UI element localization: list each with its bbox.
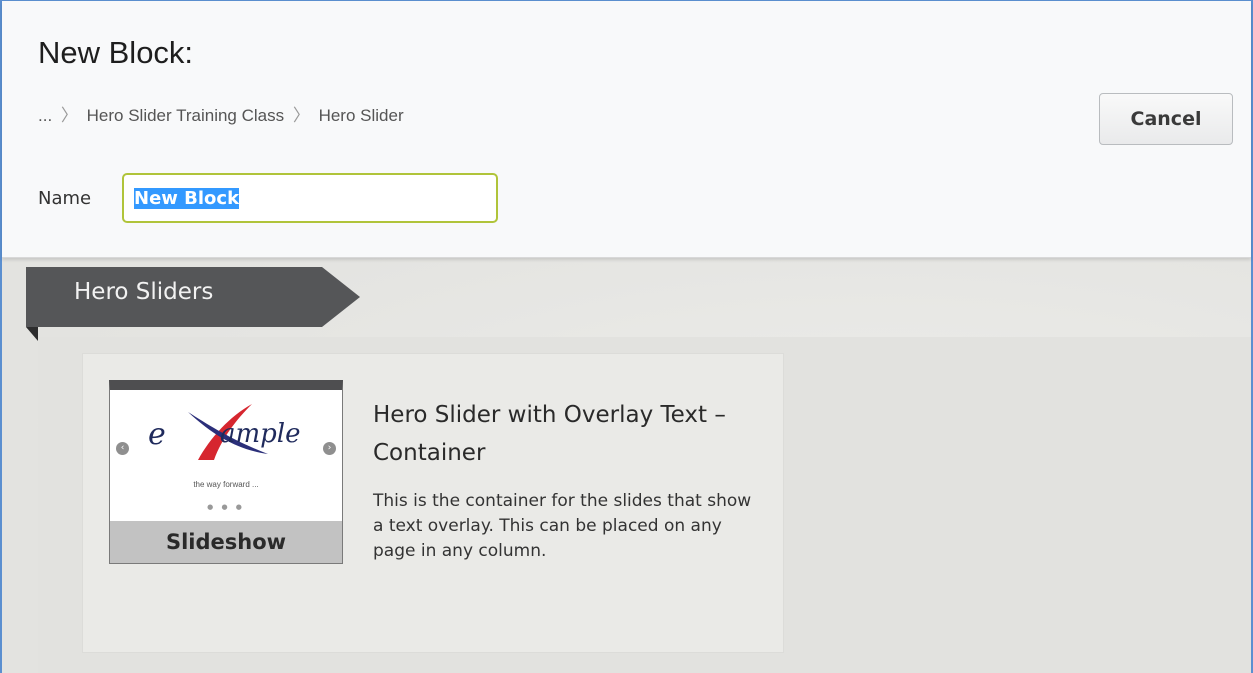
category-title: Hero Sliders: [74, 279, 214, 305]
breadcrumb-separator-icon: 〉: [60, 106, 78, 125]
name-input[interactable]: [122, 173, 498, 223]
svg-text:e: e: [148, 417, 166, 452]
example-logo: e ample: [148, 404, 301, 460]
cancel-button[interactable]: Cancel: [1099, 93, 1233, 145]
page-title: New Block:: [38, 35, 194, 70]
template-description: This is the container for the slides tha…: [373, 491, 752, 561]
breadcrumb-separator-icon: 〉: [292, 106, 310, 125]
breadcrumb-item-training-class[interactable]: Hero Slider Training Class: [87, 106, 284, 125]
breadcrumb-ellipsis[interactable]: ...: [38, 106, 52, 125]
breadcrumb-item-hero-slider[interactable]: Hero Slider: [319, 106, 404, 125]
breadcrumb: ... 〉 Hero Slider Training Class 〉 Hero …: [38, 101, 538, 127]
slide-prev-icon: ‹: [116, 442, 129, 455]
svg-text:ample: ample: [220, 419, 301, 449]
template-thumbnail: ‹ › e ample the way forward ... ● ● ● Sl…: [109, 380, 343, 564]
dialog-header: New Block: ... 〉 Hero Slider Training Cl…: [2, 1, 1251, 258]
slide-next-icon: ›: [323, 442, 336, 455]
slide-pager: ● ● ●: [207, 503, 245, 511]
template-gallery: Hero Sliders ‹ › e ample the way forward…: [2, 257, 1251, 673]
template-title: Hero Slider with Overlay Text – Containe…: [373, 402, 726, 466]
thumbnail-footer-label: Slideshow: [110, 521, 342, 563]
name-label: Name: [38, 188, 92, 209]
thumbnail-tagline: the way forward ...: [193, 480, 259, 489]
ribbon-fold: [26, 327, 38, 341]
template-card[interactable]: ‹ › e ample the way forward ... ● ● ● Sl…: [82, 353, 784, 653]
